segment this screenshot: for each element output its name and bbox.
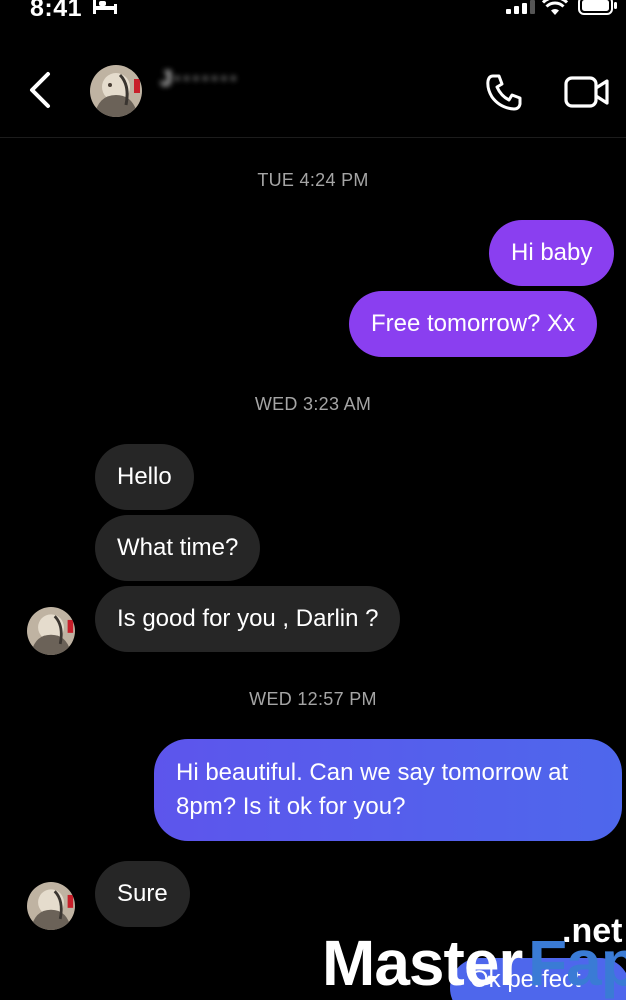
bed-icon (93, 0, 117, 14)
incoming-message[interactable]: What time? (95, 515, 261, 581)
timestamp: WED 3:23 AM (254, 394, 372, 414)
outgoing-message[interactable]: Free tomorrow? Xx (349, 291, 598, 357)
incoming-message[interactable]: Hello (95, 444, 194, 510)
status-bar: 8:41 (0, 0, 626, 30)
status-time: 8:41 (30, 0, 83, 22)
video-icon[interactable] (564, 74, 610, 110)
contact-avatar[interactable] (90, 65, 142, 117)
wifi-icon (542, 0, 568, 15)
outgoing-message[interactable]: Hi baby (489, 220, 615, 286)
sender-avatar[interactable] (27, 882, 75, 930)
battery-icon (578, 0, 617, 15)
incoming-message[interactable]: Sure (95, 861, 190, 927)
incoming-message[interactable]: Is good for you , Darlin ? (95, 586, 401, 652)
contact-name[interactable]: J······· (160, 66, 240, 92)
sender-avatar[interactable] (27, 607, 75, 655)
watermark-logo: .net Master Fap (322, 912, 626, 1000)
timestamp: WED 12:57 PM (249, 689, 377, 709)
outgoing-message[interactable]: Hi beautiful. Can we say tomorrow at 8pm… (154, 739, 622, 841)
phone-icon[interactable] (484, 72, 524, 112)
chat-header: J······· (0, 38, 626, 138)
signal-icon (506, 0, 535, 14)
watermark-word-fap: Fap (528, 927, 626, 999)
timestamp: TUE 4:24 PM (257, 170, 369, 190)
watermark-word-master: Master (322, 927, 523, 999)
back-icon[interactable] (22, 70, 58, 110)
